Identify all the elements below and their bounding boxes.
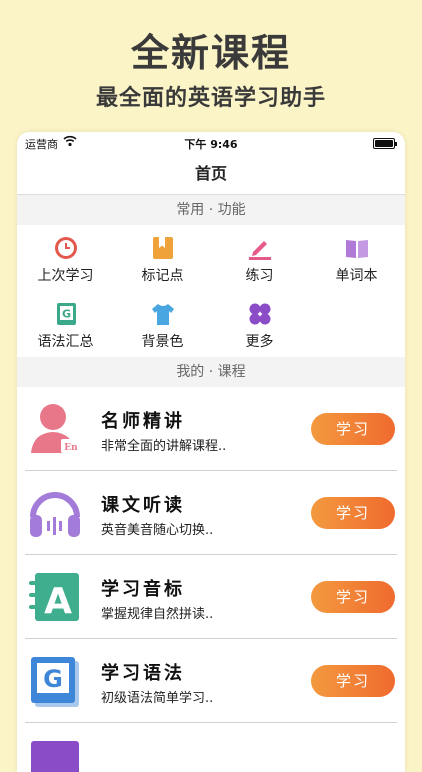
course-icon — [31, 741, 79, 772]
clover-icon — [249, 303, 270, 325]
function-wordbook[interactable]: 单词本 — [308, 225, 405, 291]
status-time: 下午 9:46 — [184, 138, 238, 151]
promo-title: 全新课程 — [130, 31, 291, 75]
course-desc: 初级语法简单学习.. — [101, 691, 214, 706]
svg-text:G: G — [61, 308, 70, 321]
phone-screen: 运营商 下午 9:46 首页 常用 · 功能 上次学习 标记点 练习 单词本 G… — [17, 132, 405, 772]
course-title: 名师精讲 — [101, 411, 185, 432]
course-title: 学习语法 — [101, 663, 185, 684]
headphones-icon — [30, 492, 80, 537]
function-practice[interactable]: 练习 — [211, 225, 308, 291]
function-label: 单词本 — [335, 268, 378, 284]
shirt-icon — [151, 304, 174, 325]
study-button[interactable]: 学习 — [311, 413, 395, 445]
function-bookmark[interactable]: 标记点 — [114, 225, 211, 291]
grammar-icon: G — [31, 657, 79, 707]
course-item-partial — [17, 723, 405, 772]
course-desc: 掌握规律自然拼读.. — [101, 607, 214, 622]
bookmark-icon — [152, 237, 173, 259]
course-item-phonetics[interactable]: A 学习音标 掌握规律自然拼读.. 学习 — [17, 555, 405, 639]
section-header-mine: 我的 · 课程 — [17, 357, 405, 387]
function-grammar-summary[interactable]: G 语法汇总 — [17, 291, 114, 357]
grammar-book-icon: G — [56, 303, 76, 325]
function-label: 上次学习 — [37, 268, 94, 284]
battery-icon — [373, 138, 397, 149]
promo-subtitle: 最全面的英语学习助手 — [95, 86, 326, 111]
nav-title: 首页 — [17, 154, 405, 195]
phonetics-icon: A — [29, 573, 79, 622]
study-button[interactable]: 学习 — [311, 497, 395, 529]
course-item-grammar[interactable]: G 学习语法 初级语法简单学习.. 学习 — [17, 639, 405, 723]
course-item-listen-read[interactable]: 课文听读 英音美音随心切换.. 学习 — [17, 471, 405, 555]
function-label: 语法汇总 — [37, 334, 94, 350]
function-grid: 上次学习 标记点 练习 单词本 G 语法汇总 背景色 更多 — [17, 225, 405, 357]
status-bar: 运营商 下午 9:46 — [17, 132, 405, 154]
clock-icon — [54, 237, 77, 259]
section-header-common: 常用 · 功能 — [17, 195, 405, 225]
study-button[interactable]: 学习 — [311, 581, 395, 613]
pencil-icon — [248, 241, 271, 260]
course-desc: 非常全面的讲解课程.. — [101, 439, 227, 454]
study-button[interactable]: 学习 — [311, 665, 395, 697]
course-item-teacher[interactable]: En 名师精讲 非常全面的讲解课程.. 学习 — [17, 387, 405, 471]
function-label: 标记点 — [141, 268, 184, 284]
function-more[interactable]: 更多 — [211, 291, 308, 357]
book-icon — [345, 240, 368, 258]
svg-text:A: A — [44, 581, 72, 622]
function-label: 背景色 — [141, 334, 184, 350]
function-background-color[interactable]: 背景色 — [114, 291, 211, 357]
teacher-icon: En — [31, 404, 81, 453]
svg-text:G: G — [43, 665, 63, 693]
function-label: 练习 — [245, 268, 274, 284]
course-desc: 英音美音随心切换.. — [101, 523, 214, 538]
function-label: 更多 — [245, 334, 274, 350]
course-title: 学习音标 — [101, 579, 185, 600]
course-title: 课文听读 — [101, 495, 185, 516]
svg-text:En: En — [64, 443, 78, 453]
function-last-study[interactable]: 上次学习 — [17, 225, 114, 291]
